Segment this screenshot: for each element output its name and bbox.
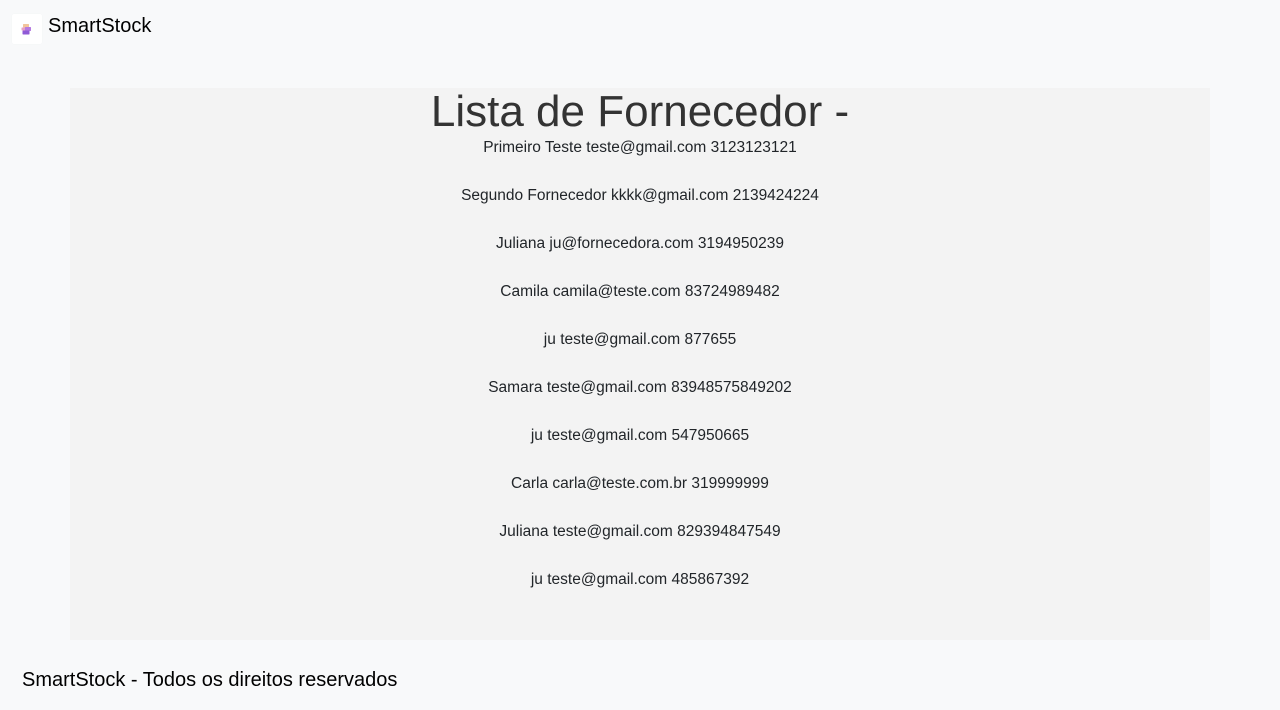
supplier-phone: 547950665 bbox=[671, 427, 750, 444]
supplier-phone: 319999999 bbox=[691, 475, 769, 492]
supplier-item: Camila camila@teste.com 83724989482 bbox=[70, 280, 1210, 304]
supplier-name: ju bbox=[530, 427, 543, 444]
supplier-email: teste@gmail.com bbox=[586, 139, 707, 156]
supplier-list-card: Lista de Fornecedor - Primeiro Teste tes… bbox=[70, 88, 1210, 640]
supplier-name: Camila bbox=[500, 283, 549, 300]
supplier-item: Segundo Fornecedor kkkk@gmail.com 213942… bbox=[70, 184, 1210, 208]
supplier-email: teste@gmail.com bbox=[560, 331, 681, 348]
supplier-name: Samara bbox=[488, 379, 543, 396]
supplier-phone: 83948575849202 bbox=[671, 379, 792, 396]
supplier-item: ju teste@gmail.com 485867392 bbox=[70, 568, 1210, 592]
supplier-list: Primeiro Teste teste@gmail.com 312312312… bbox=[70, 136, 1210, 592]
supplier-name: Primeiro Teste bbox=[483, 139, 582, 156]
supplier-email: teste@gmail.com bbox=[547, 571, 668, 588]
supplier-name: Juliana bbox=[495, 235, 546, 252]
supplier-phone: 3123123121 bbox=[710, 139, 797, 156]
supplier-email: teste@gmail.com bbox=[552, 523, 673, 540]
supplier-item: Juliana teste@gmail.com 829394847549 bbox=[70, 520, 1210, 544]
supplier-phone: 2139424224 bbox=[732, 187, 819, 204]
supplier-name: Segundo Fornecedor bbox=[461, 187, 607, 204]
brand-logo[interactable] bbox=[12, 14, 42, 44]
supplier-email: teste@gmail.com bbox=[547, 427, 668, 444]
supplier-name: ju bbox=[530, 571, 543, 588]
supplier-phone: 877655 bbox=[684, 331, 737, 348]
supplier-item: ju teste@gmail.com 547950665 bbox=[70, 424, 1210, 448]
supplier-phone: 829394847549 bbox=[677, 523, 781, 540]
footer-text: SmartStock - Todos os direitos reservado… bbox=[22, 669, 398, 691]
supplier-email: teste@gmail.com bbox=[546, 379, 667, 396]
supplier-item: ju teste@gmail.com 877655 bbox=[70, 328, 1210, 352]
supplier-item: Primeiro Teste teste@gmail.com 312312312… bbox=[70, 136, 1210, 160]
navbar: SmartStock bbox=[12, 14, 151, 46]
supplier-name: ju bbox=[543, 331, 556, 348]
supplier-email: kkkk@gmail.com bbox=[611, 187, 729, 204]
supplier-email: camila@teste.com bbox=[552, 283, 681, 300]
supplier-item: Juliana ju@fornecedora.com 3194950239 bbox=[70, 232, 1210, 256]
supplier-phone: 485867392 bbox=[671, 571, 750, 588]
brand-name[interactable]: SmartStock bbox=[48, 14, 151, 38]
supplier-phone: 3194950239 bbox=[697, 235, 785, 252]
supplier-name: Carla bbox=[511, 475, 549, 492]
supplier-email: carla@teste.com.br bbox=[552, 475, 688, 492]
supplier-email: ju@fornecedora.com bbox=[549, 235, 694, 252]
supplier-item: Samara teste@gmail.com 83948575849202 bbox=[70, 376, 1210, 400]
supplier-item: Carla carla@teste.com.br 319999999 bbox=[70, 472, 1210, 496]
supplier-name: Juliana bbox=[499, 523, 549, 540]
page-title: Lista de Fornecedor - bbox=[430, 87, 850, 136]
supplier-phone: 83724989482 bbox=[684, 283, 780, 300]
boxes-logo-icon bbox=[21, 24, 31, 35]
